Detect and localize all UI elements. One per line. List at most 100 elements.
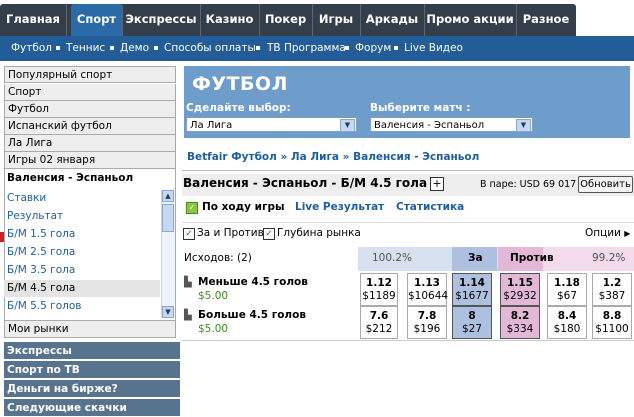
left-my-markets[interactable]: Мои рынки: [4, 321, 176, 338]
lay-price-cell[interactable]: 1.2 $387: [592, 273, 632, 306]
runner-name: Больше 4.5 голов: [198, 309, 306, 321]
subnav-forum[interactable]: Форум: [355, 36, 391, 61]
choose-label: Сделайте выбор:: [186, 102, 291, 114]
tab-other[interactable]: Разное: [516, 4, 576, 36]
tab-home[interactable]: Главная: [0, 4, 67, 36]
tab-express[interactable]: Экспрессы: [122, 4, 201, 36]
back-price-cell[interactable]: 7.6 $212: [360, 306, 398, 339]
left-panel: Популярный спорт Спорт Футбол Испанский …: [4, 66, 180, 417]
chart-icon[interactable]: ▙: [184, 310, 192, 321]
divider: [182, 222, 634, 223]
lay-label: Против: [510, 252, 554, 264]
left-football[interactable]: Футбол: [4, 101, 176, 118]
divider: [182, 170, 634, 171]
sport-header: ФУТБОЛ Сделайте выбор: Ла Лига ▼ Выберит…: [184, 66, 630, 138]
separator-dot: [154, 46, 158, 50]
left-section-sport-tv[interactable]: Спорт по ТВ: [4, 361, 180, 379]
subnav-demo[interactable]: Демо: [120, 36, 149, 61]
market-depth-checkbox[interactable]: ✓: [263, 228, 275, 240]
left-section-money[interactable]: Деньги на бирже?: [4, 380, 180, 398]
match-select-value: Валенсия - Эспаньол: [374, 120, 485, 131]
left-section-next-races[interactable]: Следующие скачки: [4, 399, 180, 417]
left-edge-marker: [0, 232, 4, 242]
tab-promo[interactable]: Промо акции: [424, 4, 517, 36]
runner-row: ▙ Больше 4.5 голов $5.00 7.6 $212 7.8 $196…: [182, 306, 634, 340]
separator-dot: [345, 46, 349, 50]
separator-dot: [256, 46, 260, 50]
divider: [182, 340, 634, 341]
scroll-up-icon[interactable]: ▲: [162, 190, 174, 202]
caret-right-icon: ▶: [624, 229, 631, 238]
lay-price-cell[interactable]: 8.4 $180: [547, 306, 587, 339]
subnav-football[interactable]: Футбол: [11, 36, 52, 61]
for-against-label: За и Против: [197, 227, 264, 239]
outcomes-count: Исходов: (2): [184, 252, 252, 264]
sub-navigation: Футбол Теннис Демо Способы оплаты ТВ Про…: [0, 36, 634, 61]
lay-price-cell[interactable]: 8.8 $1100: [592, 306, 632, 339]
separator-dot: [394, 46, 398, 50]
back-price-cell[interactable]: 7.8 $196: [407, 306, 447, 339]
back-best-price-cell[interactable]: 8 $27: [452, 306, 492, 339]
subnav-tv[interactable]: ТВ Программа: [267, 36, 346, 61]
for-against-checkbox[interactable]: ✓: [183, 228, 195, 240]
refresh-button[interactable]: Обновить: [578, 176, 633, 193]
tab-casino[interactable]: Казино: [200, 4, 260, 36]
lay-price-cell[interactable]: 1.18 $67: [547, 273, 587, 306]
inplay-label: По ходу игры: [202, 201, 285, 213]
market-depth-label: Глубина рынка: [277, 227, 361, 239]
selected-event: Валенсия - Эспаньол: [7, 172, 134, 184]
back-price-cell[interactable]: 1.12 $1189: [360, 273, 398, 306]
left-sport[interactable]: Спорт: [4, 84, 176, 101]
tab-poker[interactable]: Покер: [259, 4, 313, 36]
market-item-stakes[interactable]: Ставки: [4, 190, 160, 207]
market-item-ou-2-5[interactable]: Б/М 2.5 гола: [4, 244, 160, 261]
top-navigation: Главная Спорт Экспрессы Казино Покер Игр…: [0, 0, 634, 36]
subnav-live-video[interactable]: Live Видео: [404, 36, 463, 61]
add-market-icon[interactable]: +: [430, 177, 444, 191]
back-best-price-cell[interactable]: 1.14 $1677: [452, 273, 492, 306]
left-games-date[interactable]: Игры 02 января: [4, 152, 176, 169]
match-select[interactable]: Валенсия - Эспаньол ▼: [370, 117, 533, 132]
tab-arcades[interactable]: Аркады: [360, 4, 425, 36]
market-item-ou-1-5[interactable]: Б/М 1.5 гола: [4, 226, 160, 243]
left-spanish-football[interactable]: Испанский футбол: [4, 118, 176, 135]
breadcrumb[interactable]: Betfair Футбол » Ла Лига » Валенсия - Эс…: [187, 151, 479, 163]
chart-icon[interactable]: ▙: [184, 277, 192, 288]
lay-best-price-cell[interactable]: 8.2 $334: [500, 306, 540, 339]
scroll-down-icon[interactable]: ▼: [162, 306, 174, 318]
left-section-express[interactable]: Экспрессы: [4, 342, 180, 360]
runner-name: Меньше 4.5 голов: [198, 276, 308, 288]
market-list-scrollbar[interactable]: ▲ ▼: [161, 190, 175, 318]
left-la-liga[interactable]: Ла Лига: [4, 135, 176, 152]
league-select[interactable]: Ла Лига ▼: [186, 117, 357, 132]
runner-pl: $5.00: [198, 290, 229, 302]
statistics-link[interactable]: Статистика: [396, 201, 464, 213]
inplay-check-icon: ✓: [186, 202, 198, 214]
market-item-ou-5-5[interactable]: Б/М 5.5 голов: [4, 298, 160, 315]
subnav-payment[interactable]: Способы оплаты: [164, 36, 256, 61]
separator-dot: [56, 46, 60, 50]
market-item-ou-3-5[interactable]: Б/М 3.5 гола: [4, 262, 160, 279]
league-select-value: Ла Лига: [190, 120, 233, 131]
runner-row: ▙ Меньше 4.5 голов $5.00 1.12 $1189 1.13 $…: [182, 273, 634, 307]
subnav-tennis[interactable]: Теннис: [66, 36, 105, 61]
chevron-down-icon[interactable]: ▼: [340, 119, 355, 132]
chevron-down-icon[interactable]: ▼: [516, 119, 531, 132]
tab-games[interactable]: Игры: [312, 4, 361, 36]
runner-pl: $5.00: [198, 323, 229, 335]
matched-amount: В паре: USD 69 017: [480, 179, 577, 190]
lay-percent: 99.2%: [592, 252, 626, 264]
market-item-result[interactable]: Результат: [4, 208, 160, 225]
left-popular-sport[interactable]: Популярный спорт: [4, 66, 176, 83]
back-percent: 100.2%: [372, 252, 413, 264]
tab-sport[interactable]: Спорт: [71, 4, 123, 36]
scrollbar-thumb[interactable]: [162, 204, 174, 232]
match-label: Выберите матч :: [370, 102, 471, 114]
lay-best-price-cell[interactable]: 1.15 $2932: [500, 273, 540, 306]
back-price-cell[interactable]: 1.13 $10644: [407, 273, 448, 306]
back-label: За: [468, 252, 483, 264]
live-score-link[interactable]: Live Результат: [295, 201, 384, 213]
options-menu[interactable]: Опции ▶: [585, 227, 630, 239]
page-title: ФУТБОЛ: [192, 73, 288, 95]
market-item-ou-4-5-active[interactable]: Б/М 4.5 гола: [4, 280, 160, 297]
